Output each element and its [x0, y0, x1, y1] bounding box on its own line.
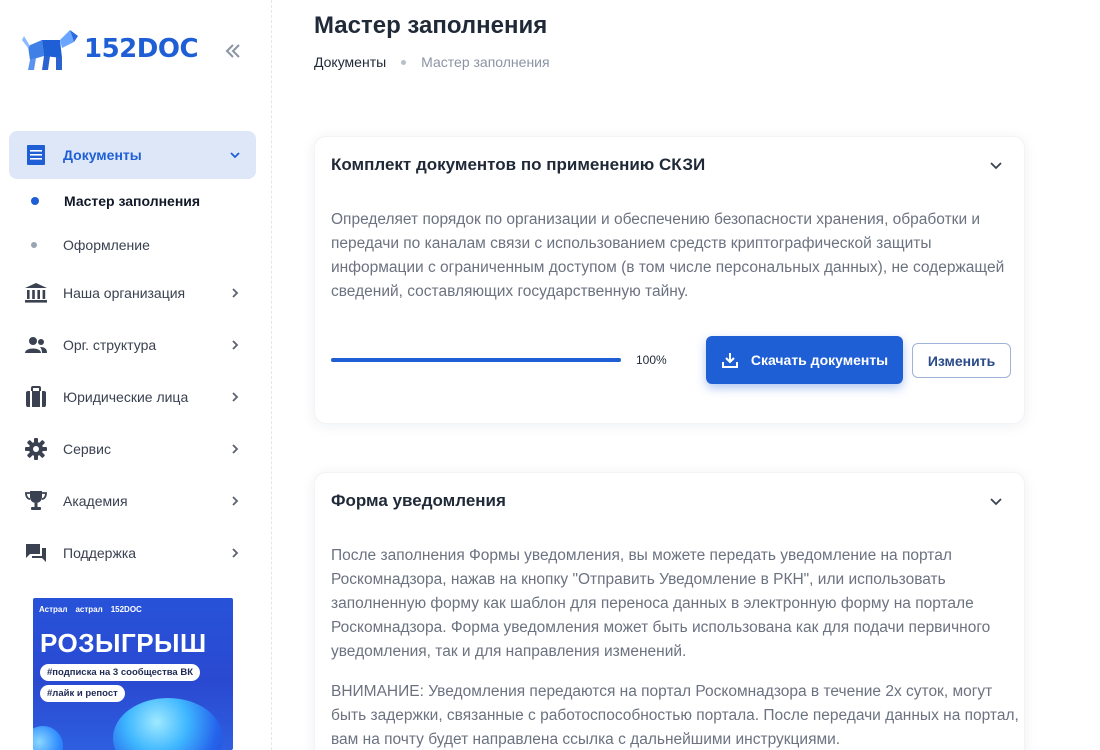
chevron-right-icon: [232, 288, 239, 298]
card-description: После заполнения Формы уведомления, вы м…: [331, 544, 1021, 750]
chevron-right-icon: [232, 548, 239, 558]
download-icon: [721, 353, 738, 368]
progress-bar-fill: [331, 358, 621, 362]
promo-title: РОЗЫГРЫШ: [40, 628, 207, 658]
sidebar-item-legal-entities[interactable]: Юридические лица: [9, 371, 256, 423]
card-paragraph-warning: ВНИМАНИЕ: Уведомления передаются на порт…: [331, 683, 1019, 748]
page-title: Мастер заполнения: [314, 12, 548, 39]
gear-icon: [23, 436, 49, 462]
chat-icon: [23, 540, 49, 566]
sidebar-item-label: Наша организация: [63, 285, 186, 301]
document-list-icon: [23, 142, 49, 168]
chevron-down-icon[interactable]: [988, 157, 1004, 173]
card-paragraph: После заполнения Формы уведомления, вы м…: [331, 547, 991, 660]
dog-logo-icon: [22, 30, 78, 70]
card-header[interactable]: Комплект документов по применению СКЗИ: [331, 155, 1008, 177]
sidebar-item-label: Документы: [63, 147, 142, 163]
chevron-down-icon: [230, 152, 240, 159]
chevron-right-icon: [232, 496, 239, 506]
promo-banner[interactable]: Астрал астрал 152DOC РОЗЫГРЫШ #подписка …: [33, 598, 233, 750]
sidebar-item-academy[interactable]: Академия: [9, 475, 256, 527]
bullet-icon: [31, 197, 39, 205]
chevron-right-icon: [232, 392, 239, 402]
document-card-skzi: Комплект документов по применению СКЗИ О…: [314, 136, 1025, 424]
trophy-icon: [23, 488, 49, 514]
breadcrumb-link-documents[interactable]: Документы: [314, 54, 386, 70]
edit-button[interactable]: Изменить: [912, 343, 1011, 378]
sidebar-item-org-structure[interactable]: Орг. структура: [9, 319, 256, 371]
download-documents-button[interactable]: Скачать документы: [706, 336, 903, 384]
people-icon: [23, 332, 49, 358]
brand-name: 152DOC: [84, 34, 199, 64]
breadcrumb: Документы Мастер заполнения: [314, 54, 550, 70]
promo-tag: #подписка на 3 сообщества ВК: [40, 664, 201, 681]
breadcrumb-separator: [401, 59, 407, 65]
promo-decoration: [113, 698, 223, 750]
bank-icon: [23, 280, 49, 306]
sidebar-item-service[interactable]: Сервис: [9, 423, 256, 475]
sidebar: 152DOC Документы Мастер заполнения Оформ…: [0, 0, 272, 750]
sidebar-subitem-design[interactable]: Оформление: [9, 223, 256, 267]
card-description: Определяет порядок по организации и обес…: [331, 208, 1021, 304]
sidebar-item-label: Академия: [63, 493, 128, 509]
card-header[interactable]: Форма уведомления: [331, 491, 1008, 513]
sidebar-item-label: Юридические лица: [63, 389, 189, 405]
promo-partner: 152DOC: [110, 605, 142, 614]
promo-partner: Астрал: [39, 605, 68, 614]
collapse-sidebar-icon[interactable]: [222, 40, 244, 62]
promo-partner: астрал: [75, 605, 103, 614]
sidebar-nav: Документы Мастер заполнения Оформление Н…: [9, 131, 256, 579]
card-title: Форма уведомления: [331, 491, 506, 510]
sidebar-item-organization[interactable]: Наша организация: [9, 267, 256, 319]
promo-tag: #лайк и репост: [40, 685, 125, 702]
chevron-right-icon: [232, 340, 239, 350]
sidebar-subitem-label: Мастер заполнения: [64, 193, 201, 209]
progress-bar: [331, 358, 621, 362]
briefcase-icon: [23, 384, 49, 410]
progress-label: 100%: [636, 353, 667, 367]
chevron-right-icon: [232, 444, 239, 454]
sidebar-item-support[interactable]: Поддержка: [9, 527, 256, 579]
document-card-notification: Форма уведомления После заполнения Формы…: [314, 472, 1025, 750]
download-button-label: Скачать документы: [750, 352, 889, 368]
sidebar-subitem-wizard[interactable]: Мастер заполнения: [9, 179, 256, 223]
bullet-icon: [31, 242, 37, 248]
main-content: Мастер заполнения Документы Мастер запол…: [272, 0, 1100, 750]
promo-partner-logos: Астрал астрал 152DOC: [39, 605, 142, 614]
sidebar-item-documents[interactable]: Документы: [9, 131, 256, 179]
card-title: Комплект документов по применению СКЗИ: [331, 155, 706, 174]
chevron-down-icon[interactable]: [988, 493, 1004, 509]
card-paragraph: Определяет порядок по организации и обес…: [331, 211, 1005, 300]
breadcrumb-current: Мастер заполнения: [421, 54, 550, 70]
promo-decoration: [33, 726, 63, 750]
logo[interactable]: 152DOC: [22, 26, 199, 72]
sidebar-item-label: Поддержка: [63, 545, 137, 561]
sidebar-subitem-label: Оформление: [63, 237, 150, 253]
sidebar-item-label: Сервис: [63, 441, 111, 457]
sidebar-item-label: Орг. структура: [63, 337, 157, 353]
